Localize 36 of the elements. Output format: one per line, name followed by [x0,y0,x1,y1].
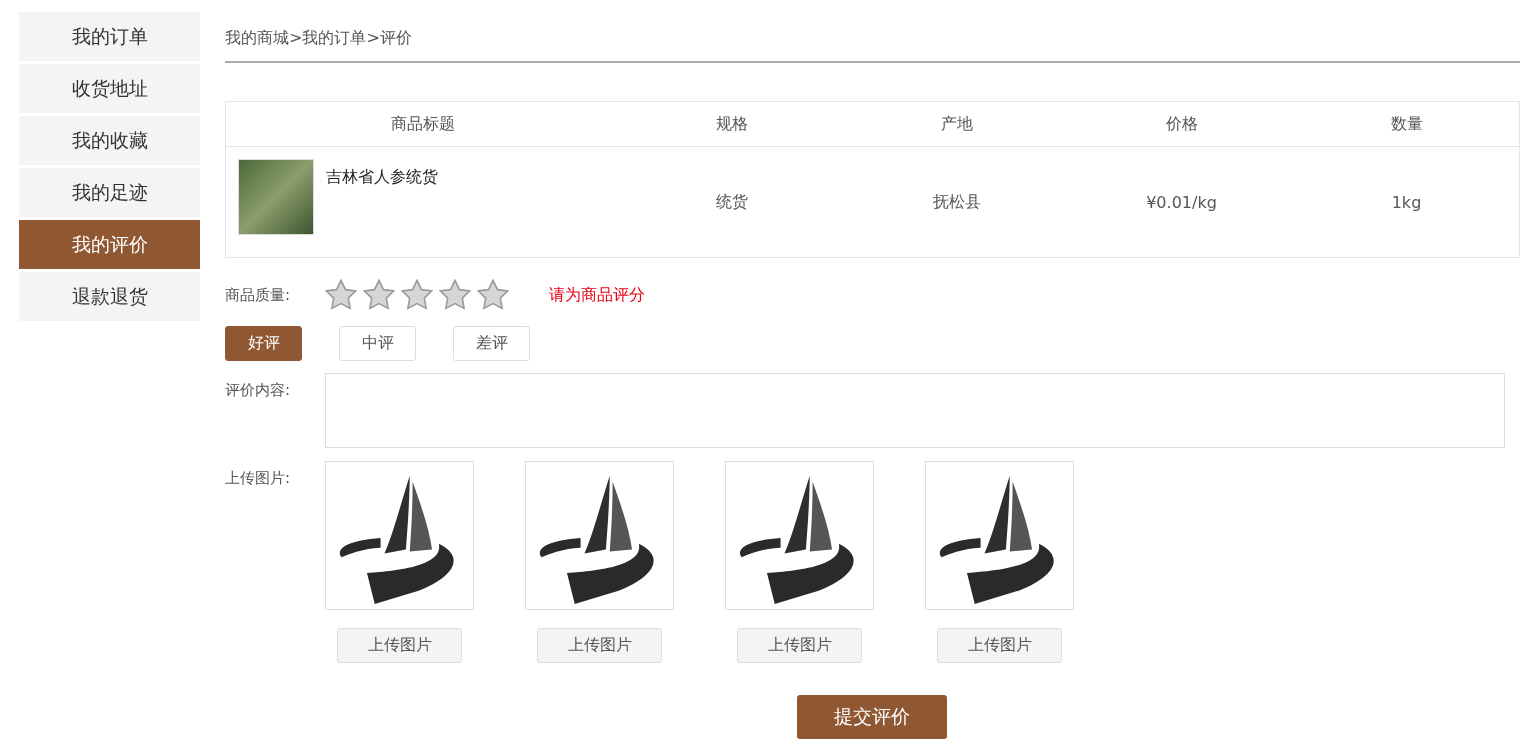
upload-image-button[interactable]: 上传图片 [337,628,462,663]
table-cell-text: ¥0.01/kg [1145,191,1218,214]
upload-image-button[interactable]: 上传图片 [737,628,862,663]
upload-image-button[interactable]: 上传图片 [537,628,662,663]
star-icon[interactable] [439,279,471,311]
column-header: 商品标题 [389,112,456,135]
star-icon[interactable] [401,279,433,311]
sidebar-item[interactable]: 收货地址 [19,64,200,113]
column-header: 产地 [939,112,974,135]
table-cell-text: 统货 [714,190,749,213]
star-icon[interactable] [363,279,395,311]
grade-button[interactable]: 差评 [453,326,530,361]
sidebar-item[interactable]: 我的评价 [19,220,200,269]
content-label: 评价内容: [225,380,292,401]
upload-image-button[interactable]: 上传图片 [937,628,1062,663]
rating-hint: 请为商品评分 [549,284,645,306]
sidebar-item[interactable]: 退款退货 [19,272,200,321]
submit-review-button[interactable]: 提交评价 [797,695,947,739]
star-icon[interactable] [477,279,509,311]
sidebar-item[interactable]: 我的收藏 [19,116,200,165]
sidebar-item[interactable]: 我的足迹 [19,168,200,217]
upload-label: 上传图片: [225,468,292,489]
column-header: 规格 [714,112,749,135]
star-icon[interactable] [325,279,357,311]
sidebar-item[interactable]: 我的订单 [19,12,200,61]
grade-button[interactable]: 好评 [225,326,302,361]
table-cell-text: 抚松县 [931,190,982,213]
table-cell-text: 1kg [1390,191,1423,214]
column-header: 数量 [1389,112,1424,135]
quality-label: 商品质量: [225,285,292,305]
star-rating[interactable] [325,279,509,311]
product-title: 吉林省人参统货 [326,167,438,188]
grade-button[interactable]: 中评 [339,326,416,361]
breadcrumb: 我的商城>我的订单>评价 [225,12,1520,63]
column-header: 价格 [1164,112,1199,135]
review-text-field[interactable] [325,373,1505,448]
